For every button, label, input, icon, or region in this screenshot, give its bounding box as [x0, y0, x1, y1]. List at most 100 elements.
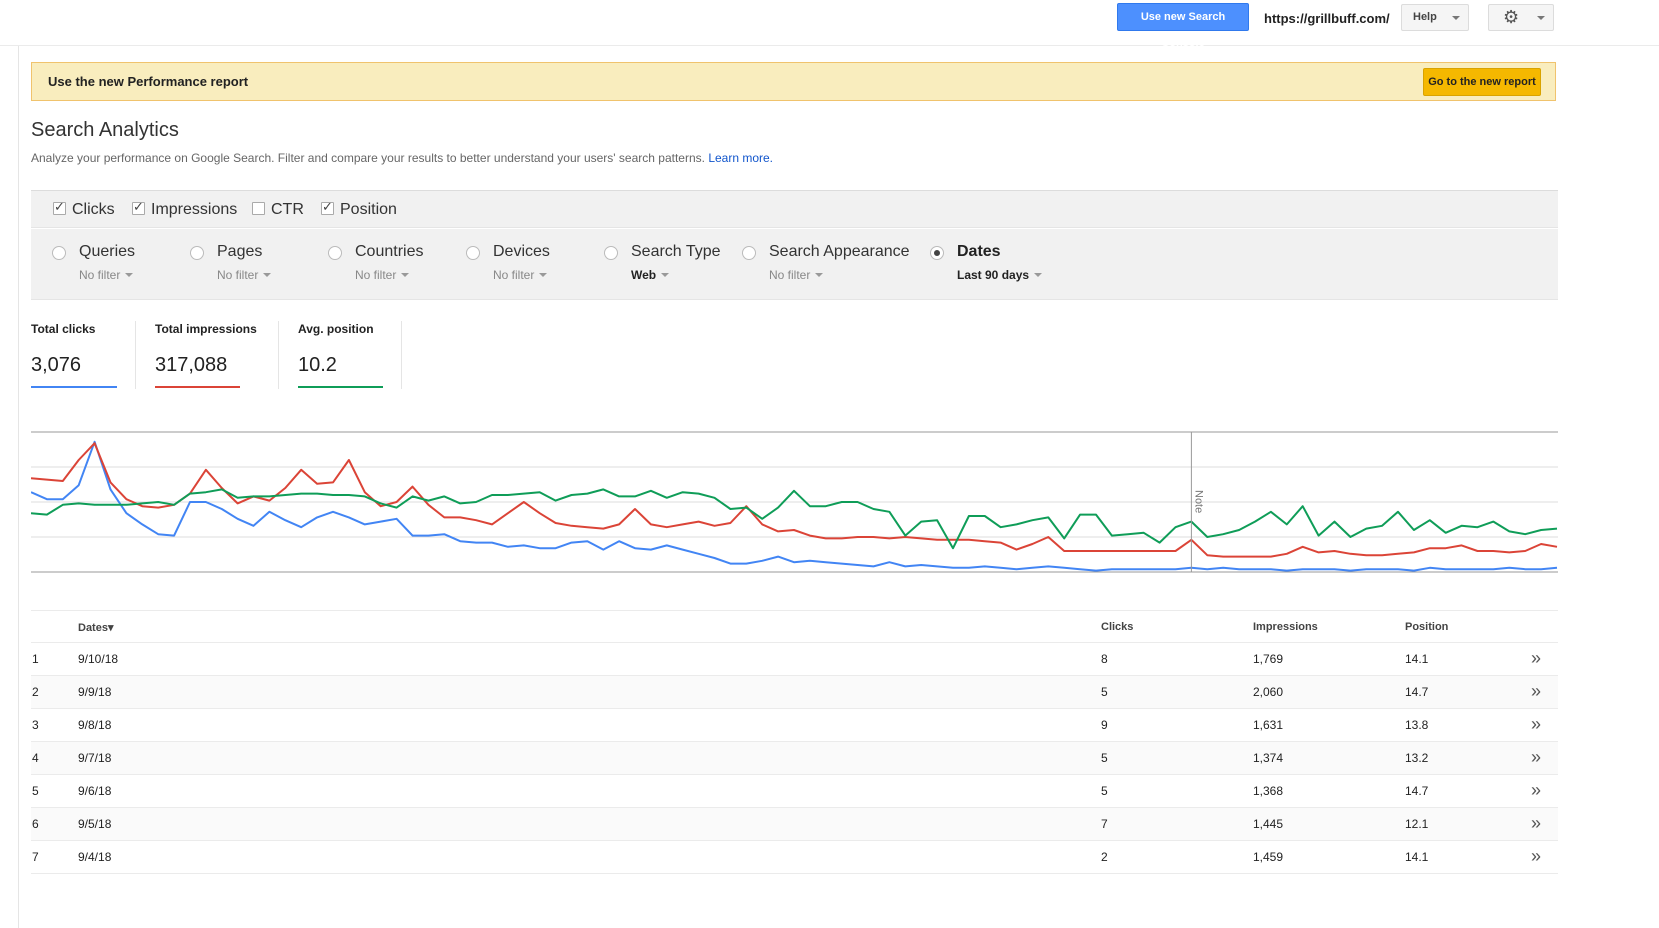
clicks-legend-line — [31, 386, 117, 388]
row-details-icon[interactable]: » — [1531, 846, 1541, 867]
help-button[interactable]: Help — [1401, 4, 1469, 31]
position-checkbox[interactable]: Position — [321, 199, 397, 219]
impressions-cell: 1,459 — [1253, 850, 1284, 864]
table-row[interactable]: 1 9/10/18 8 1,769 14.1 » — [31, 643, 1558, 676]
pages-label: Pages — [217, 243, 263, 260]
dates-column-header[interactable]: Dates▾ — [78, 621, 113, 634]
performance-line-chart: Note — [30, 431, 1558, 573]
table-body: 1 9/10/18 8 1,769 14.1 » 2 9/9/18 5 2,060 14.7 » 3 9/… — [31, 643, 1558, 874]
note-marker-label[interactable]: Note — [1192, 490, 1204, 513]
chevron-down-icon — [401, 273, 410, 277]
search-type-filter-dropdown[interactable]: Web — [631, 268, 670, 282]
date-cell: 9/10/18 — [78, 652, 119, 666]
position-cell: 12.1 — [1405, 817, 1429, 831]
date-cell: 9/6/18 — [78, 784, 112, 798]
totals-divider — [135, 321, 136, 389]
clicks-label: Clicks — [72, 201, 115, 218]
row-number: 5 — [32, 784, 39, 798]
position-cell: 14.1 — [1405, 850, 1429, 864]
chevron-down-icon — [263, 273, 272, 277]
banner-text: Use the new Performance report — [48, 74, 249, 89]
go-to-new-report-button[interactable]: Go to the new report — [1423, 68, 1541, 96]
filter-value: No filter — [79, 268, 121, 282]
position-label: Position — [340, 201, 397, 218]
devices-label: Devices — [493, 243, 550, 260]
filter-value: No filter — [355, 268, 397, 282]
chevron-down-icon — [539, 273, 548, 277]
metrics-selector: Clicks Impressions CTR Position — [31, 190, 1558, 228]
site-url[interactable]: https://grillbuff.com/ — [1264, 11, 1390, 26]
filter-value: No filter — [493, 268, 535, 282]
left-divider — [18, 46, 19, 928]
impressions-cell: 1,769 — [1253, 652, 1284, 666]
use-new-search-console-button[interactable]: Use new Search Console — [1117, 3, 1249, 49]
queries-filter-dropdown[interactable]: No filter — [79, 268, 134, 282]
countries-filter-dropdown[interactable]: No filter — [355, 268, 410, 282]
total-impressions-label: Total impressions — [155, 322, 257, 336]
totals-divider — [278, 321, 279, 389]
clicks-cell: 9 — [1101, 718, 1108, 732]
date-cell: 9/9/18 — [78, 685, 112, 699]
impressions-column-header[interactable]: Impressions — [1253, 621, 1318, 633]
clicks-checkbox[interactable]: Clicks — [53, 199, 115, 219]
row-number: 7 — [32, 850, 39, 864]
avg-position-value: 10.2 — [298, 354, 337, 376]
radio-icon — [742, 246, 756, 260]
total-impressions-value: 317,088 — [155, 354, 228, 376]
pages-filter-dropdown[interactable]: No filter — [217, 268, 272, 282]
ctr-label: CTR — [271, 201, 304, 218]
position-legend-line — [298, 386, 383, 388]
table-row[interactable]: 3 9/8/18 9 1,631 13.8 » — [31, 709, 1558, 742]
chevron-down-icon — [815, 273, 824, 277]
settings-button[interactable]: ⚙ — [1488, 4, 1554, 31]
clicks-column-header[interactable]: Clicks — [1101, 621, 1133, 633]
row-number: 1 — [32, 652, 39, 666]
impressions-cell: 1,631 — [1253, 718, 1284, 732]
chevron-down-icon — [1537, 16, 1545, 20]
table-row[interactable]: 6 9/5/18 7 1,445 12.1 » — [31, 808, 1558, 841]
table-row[interactable]: 2 9/9/18 5 2,060 14.7 » — [31, 676, 1558, 709]
impressions-checkbox[interactable]: Impressions — [132, 199, 237, 219]
radio-icon — [190, 246, 204, 260]
table-row[interactable]: 5 9/6/18 5 1,368 14.7 » — [31, 775, 1558, 808]
queries-label: Queries — [79, 243, 136, 260]
dates-filter-dropdown[interactable]: Last 90 days — [957, 268, 1043, 282]
row-details-icon[interactable]: » — [1531, 648, 1541, 669]
position-cell: 14.7 — [1405, 685, 1429, 699]
total-clicks-label: Total clicks — [31, 322, 96, 336]
clicks-cell: 5 — [1101, 784, 1108, 798]
impressions-legend-line — [155, 386, 240, 388]
search-appearance-label: Search Appearance — [769, 243, 910, 260]
position-column-header[interactable]: Position — [1405, 621, 1448, 633]
radio-icon — [466, 246, 480, 260]
filter-value: No filter — [769, 268, 811, 282]
learn-more-link[interactable]: Learn more. — [708, 151, 773, 165]
table-row[interactable]: 7 9/4/18 2 1,459 14.1 » — [31, 841, 1558, 874]
row-number: 6 — [32, 817, 39, 831]
search-appearance-filter-dropdown[interactable]: No filter — [769, 268, 824, 282]
filter-value: Last 90 days — [957, 268, 1030, 282]
position-cell: 13.2 — [1405, 751, 1429, 765]
row-details-icon[interactable]: » — [1531, 681, 1541, 702]
row-number: 2 — [32, 685, 39, 699]
radio-icon — [328, 246, 342, 260]
clicks-cell: 8 — [1101, 652, 1108, 666]
position-cell: 14.7 — [1405, 784, 1429, 798]
impressions-cell: 1,368 — [1253, 784, 1284, 798]
subtitle-text: Analyze your performance on Google Searc… — [31, 151, 705, 165]
countries-label: Countries — [355, 243, 424, 260]
table-row[interactable]: 4 9/7/18 5 1,374 13.2 » — [31, 742, 1558, 775]
row-details-icon[interactable]: » — [1531, 714, 1541, 735]
clicks-cell: 5 — [1101, 685, 1108, 699]
row-details-icon[interactable]: » — [1531, 780, 1541, 801]
checkbox-icon — [132, 199, 145, 215]
row-details-icon[interactable]: » — [1531, 747, 1541, 768]
clicks-cell: 5 — [1101, 751, 1108, 765]
devices-filter-dropdown[interactable]: No filter — [493, 268, 548, 282]
position-cell: 14.1 — [1405, 652, 1429, 666]
impressions-cell: 1,374 — [1253, 751, 1284, 765]
impressions-series-line[interactable] — [30, 442, 1558, 558]
date-cell: 9/5/18 — [78, 817, 112, 831]
ctr-checkbox[interactable]: CTR — [252, 201, 304, 219]
row-details-icon[interactable]: » — [1531, 813, 1541, 834]
